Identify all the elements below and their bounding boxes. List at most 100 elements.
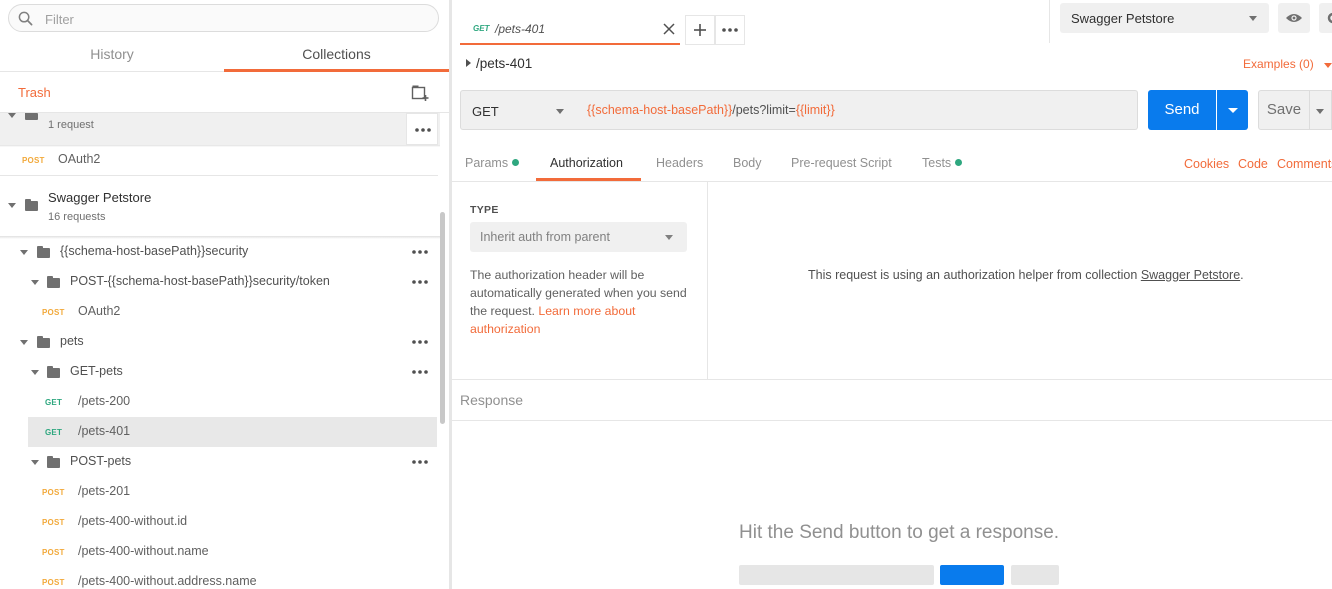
caret-down-icon[interactable] bbox=[20, 250, 28, 255]
close-icon[interactable] bbox=[663, 23, 675, 35]
caret-down-icon[interactable] bbox=[20, 340, 28, 345]
sidebar-scrollbar[interactable] bbox=[440, 212, 445, 424]
more-icon[interactable] bbox=[412, 460, 428, 464]
request-name: /pets-400-without.address.name bbox=[78, 574, 257, 588]
save-button[interactable]: Save bbox=[1258, 90, 1310, 130]
url-variable: {{schema-host-basePath}} bbox=[587, 103, 733, 117]
url-path: /pets?limit= bbox=[732, 103, 796, 117]
more-icon[interactable] bbox=[412, 340, 428, 344]
cookies-link[interactable]: Cookies bbox=[1184, 157, 1229, 171]
folder-name: {{schema-host-basePath}}security bbox=[60, 244, 249, 258]
request-item[interactable]: POST /pets-201 bbox=[0, 477, 438, 507]
request-name: /pets-400-without.id bbox=[78, 514, 188, 528]
manage-environments-button[interactable] bbox=[1319, 3, 1332, 33]
request-name: /pets-401 bbox=[78, 424, 131, 438]
request-item[interactable]: POST /pets-400-without.address.name bbox=[0, 567, 438, 589]
method-badge: POST bbox=[42, 518, 65, 527]
tab-body[interactable]: Body bbox=[733, 156, 762, 170]
request-name: /pets-201 bbox=[78, 484, 131, 498]
method-badge: GET bbox=[45, 398, 63, 407]
more-icon bbox=[722, 28, 738, 32]
tab-headers[interactable]: Headers bbox=[656, 156, 703, 170]
response-label: Response bbox=[460, 392, 524, 408]
tab-params[interactable]: Params bbox=[465, 156, 520, 170]
tab-pre-request-script[interactable]: Pre-request Script bbox=[791, 156, 892, 170]
filter-input[interactable] bbox=[45, 9, 425, 29]
filter-box bbox=[8, 4, 439, 32]
folder-icon bbox=[37, 246, 50, 258]
collection-request-count: 16 requests bbox=[48, 211, 106, 223]
tab-title: /pets-401 bbox=[495, 22, 546, 36]
request-tab[interactable]: GET /pets-401 bbox=[460, 13, 680, 45]
method-badge: POST bbox=[42, 548, 65, 557]
request-item-selected[interactable]: GET /pets-401 bbox=[28, 417, 437, 447]
request-item[interactable]: POST /pets-400-without.name bbox=[0, 537, 438, 567]
tab-more-button[interactable] bbox=[715, 15, 745, 45]
folder-row[interactable]: POST-pets bbox=[0, 447, 438, 477]
environment-quick-look-button[interactable] bbox=[1278, 3, 1310, 33]
request-name: /pets-200 bbox=[78, 394, 131, 408]
tab-tests[interactable]: Tests bbox=[922, 156, 963, 170]
caret-down-icon[interactable] bbox=[8, 113, 16, 118]
method-badge: POST bbox=[42, 308, 65, 317]
gear-icon bbox=[1327, 12, 1332, 24]
collection-row[interactable]: 1 request bbox=[0, 113, 440, 145]
send-button[interactable]: Send bbox=[1148, 90, 1216, 130]
examples-dropdown[interactable]: Examples (0) bbox=[1243, 57, 1314, 71]
save-options-button[interactable] bbox=[1310, 90, 1332, 130]
request-name: OAuth2 bbox=[78, 304, 121, 318]
auth-type-value: Inherit auth from parent bbox=[480, 230, 610, 244]
folder-icon bbox=[37, 336, 50, 348]
folder-row[interactable]: POST-{{schema-host-basePath}}security/to… bbox=[0, 267, 438, 297]
collection-name: Swagger Petstore bbox=[48, 190, 152, 205]
request-name: /pets-400-without.name bbox=[78, 544, 209, 558]
chevron-down-icon[interactable] bbox=[1324, 63, 1332, 68]
auth-type-select[interactable]: Inherit auth from parent bbox=[470, 222, 687, 252]
request-item[interactable]: POST OAuth2 bbox=[0, 297, 438, 327]
request-item[interactable]: POST OAuth2 bbox=[0, 145, 438, 175]
comments-link[interactable]: Comments bbox=[1277, 157, 1332, 171]
trash-link[interactable]: Trash bbox=[18, 85, 51, 100]
folder-name: POST-pets bbox=[70, 454, 132, 468]
collection-row-swagger-petstore[interactable]: Swagger Petstore 16 requests bbox=[0, 176, 440, 236]
tab-history[interactable]: History bbox=[0, 36, 224, 72]
environment-select[interactable]: Swagger Petstore bbox=[1060, 3, 1269, 33]
collection-link[interactable]: Swagger Petstore bbox=[1141, 268, 1240, 282]
folder-row[interactable]: {{schema-host-basePath}}security bbox=[0, 237, 438, 267]
collection-folder-icon bbox=[25, 113, 38, 120]
url-text: {{schema-host-basePath}}/pets?limit={{li… bbox=[587, 103, 835, 117]
collection-more-button[interactable] bbox=[406, 113, 438, 145]
auth-settings: TYPE Inherit auth from parent The author… bbox=[452, 182, 708, 379]
method-value: GET bbox=[472, 104, 499, 119]
sidebar: History Collections Trash 1 request POST… bbox=[0, 0, 449, 589]
tab-authorization[interactable]: Authorization bbox=[550, 156, 623, 170]
send-options-button[interactable] bbox=[1217, 90, 1248, 130]
request-name: OAuth2 bbox=[58, 152, 101, 166]
trash-row: Trash bbox=[0, 73, 449, 113]
code-link[interactable]: Code bbox=[1238, 157, 1268, 171]
tab-collections[interactable]: Collections bbox=[224, 36, 449, 72]
url-input[interactable]: {{schema-host-basePath}}/pets?limit={{li… bbox=[576, 90, 1138, 130]
folder-row[interactable]: GET-pets bbox=[0, 357, 438, 387]
folder-icon bbox=[47, 276, 60, 288]
method-select[interactable]: GET bbox=[460, 90, 577, 130]
more-icon[interactable] bbox=[412, 250, 428, 254]
request-item[interactable]: POST /pets-400-without.id bbox=[0, 507, 438, 537]
folder-name: POST-{{schema-host-basePath}}security/to… bbox=[70, 274, 330, 288]
method-badge: POST bbox=[42, 578, 65, 587]
request-item[interactable]: GET /pets-200 bbox=[0, 387, 438, 417]
more-icon[interactable] bbox=[412, 280, 428, 284]
caret-down-icon[interactable] bbox=[31, 460, 39, 465]
caret-down-icon[interactable] bbox=[31, 370, 39, 375]
request-title[interactable]: /pets-401 bbox=[476, 56, 532, 71]
caret-down-icon[interactable] bbox=[8, 203, 16, 208]
auth-helper-text: This request is using an authorization h… bbox=[808, 268, 1141, 282]
active-tab-indicator bbox=[536, 178, 641, 181]
new-collection-icon[interactable] bbox=[411, 84, 429, 102]
folder-row[interactable]: pets bbox=[0, 327, 438, 357]
caret-down-icon[interactable] bbox=[31, 280, 39, 285]
new-tab-button[interactable] bbox=[685, 15, 715, 45]
caret-right-icon[interactable] bbox=[466, 59, 471, 67]
more-icon[interactable] bbox=[412, 370, 428, 374]
divider bbox=[1049, 0, 1050, 43]
